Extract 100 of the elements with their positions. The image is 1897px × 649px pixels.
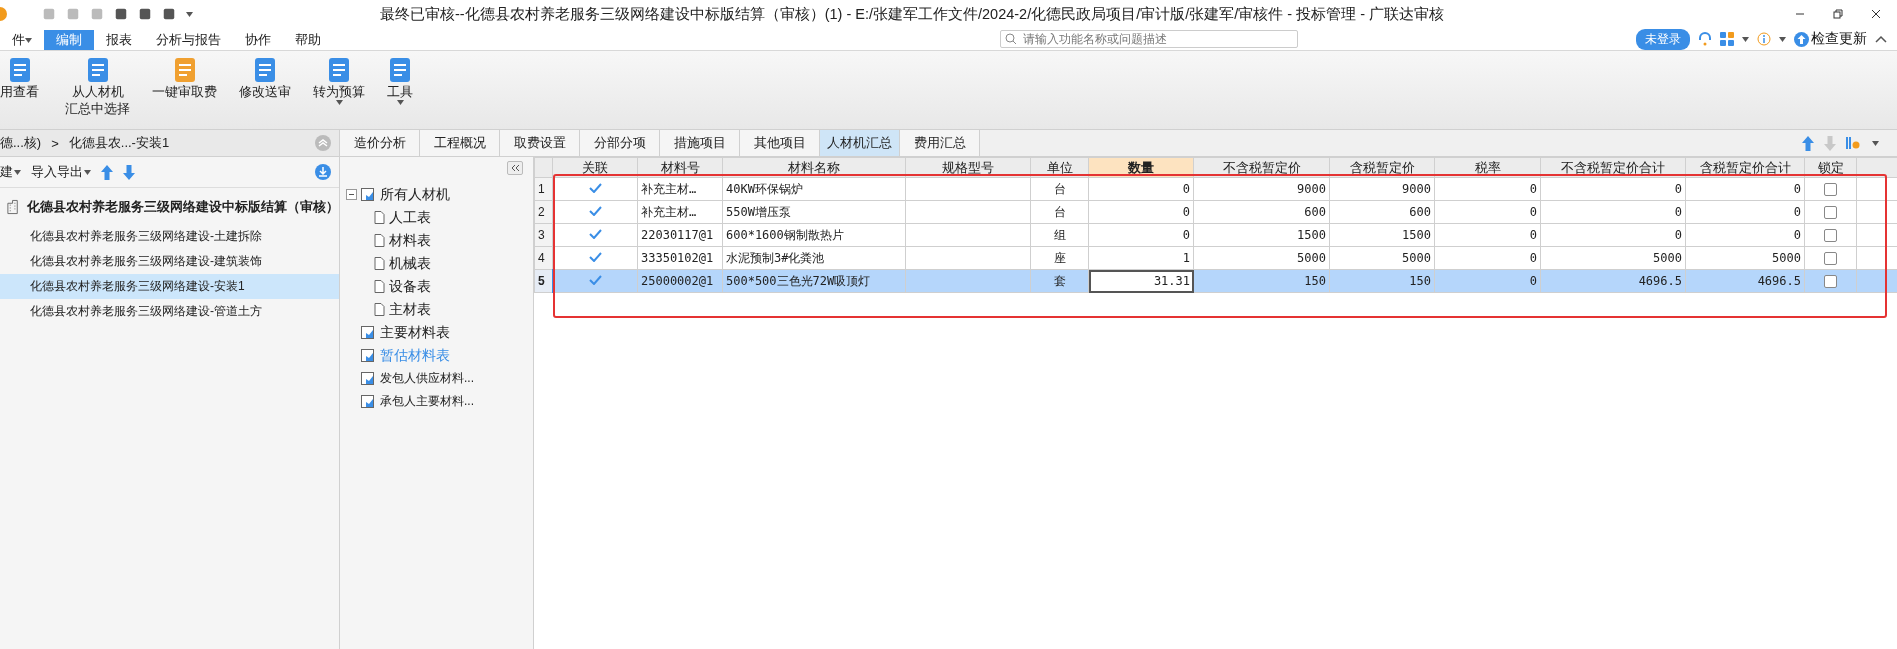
download-icon[interactable] [315, 164, 331, 180]
tree-item[interactable]: 所有人材机 [346, 183, 533, 206]
project-item[interactable]: 化德县农村养老服务三级网络建设-管道土方 [0, 299, 339, 324]
tree-item[interactable]: 人工表 [346, 206, 533, 229]
row-number: 3 [534, 223, 553, 247]
project-root[interactable]: 化德县农村养老服务三级网络建设中标版结算（审核） [0, 188, 339, 224]
ribbon-button[interactable]: 工具 [383, 57, 417, 105]
tree-item[interactable]: 材料表 [346, 229, 533, 252]
project-item[interactable]: 化德县农村养老服务三级网络建设-建筑装饰 [0, 249, 339, 274]
collapse-up-icon[interactable] [315, 135, 331, 151]
chevron-up-icon[interactable] [1875, 35, 1887, 43]
breadcrumb-item[interactable]: > [51, 135, 59, 151]
tab[interactable]: 造价分析 [340, 130, 420, 156]
toolbar-icon [388, 57, 412, 83]
tree-item[interactable]: 机械表 [346, 252, 533, 275]
settings-icon[interactable] [1846, 136, 1862, 150]
row-number: 2 [534, 200, 553, 224]
table-cell: 5000 [1685, 246, 1805, 270]
toolbar-icon [7, 57, 32, 83]
project-item[interactable]: 化德县农村养老服务三级网络建设-安装1 [0, 274, 339, 299]
menu-tab[interactable]: 分析与报告 [144, 30, 233, 50]
ribbon-button[interactable]: 一键审取费 [148, 57, 221, 100]
table-cell: 0 [1540, 177, 1686, 201]
table-cell: 水泥预制3#化粪池 [722, 246, 906, 270]
caret-icon [84, 169, 91, 175]
table-cell: 0 [1540, 223, 1686, 247]
tab[interactable]: 人材机汇总 [820, 130, 900, 156]
table-cell: 9000 [1193, 177, 1330, 201]
toolbar-icon [85, 57, 110, 83]
document-icon [374, 257, 385, 270]
caret-icon [186, 11, 193, 17]
table-cell: 0 [1685, 223, 1805, 247]
caret-icon [1779, 36, 1786, 42]
document-icon [374, 211, 385, 224]
table-cell: 4696.5 [1685, 269, 1805, 293]
checkbox[interactable] [1824, 275, 1837, 288]
tab[interactable]: 其他项目 [740, 130, 820, 156]
table-icon [361, 394, 376, 409]
tree-item[interactable]: 主要材料表 [346, 321, 533, 344]
collapse-icon[interactable] [346, 189, 357, 200]
menu-tab[interactable]: 帮助 [283, 30, 333, 50]
tab[interactable]: 费用汇总 [900, 130, 980, 156]
breadcrumb-item[interactable]: 德...核) [0, 134, 42, 152]
table-cell: 0 [1685, 177, 1805, 201]
toolbar-menu-button[interactable]: 建 [0, 163, 21, 181]
ribbon-button[interactable]: 用查看 [0, 57, 39, 100]
tree-item[interactable]: 发包人供应材料... [346, 367, 533, 390]
tree-item[interactable]: 主材表 [346, 298, 533, 321]
check-icon [588, 252, 602, 262]
search-field[interactable]: 请输入功能名称或问题描述 [1000, 30, 1298, 48]
menu-tab[interactable]: 报表 [94, 30, 144, 50]
tree-item[interactable]: 承包人主要材料... [346, 390, 533, 413]
document-icon [374, 303, 385, 316]
collapse-panel-button[interactable] [507, 161, 523, 175]
checkbox[interactable] [1824, 252, 1837, 265]
checkbox[interactable] [1824, 229, 1837, 242]
up-arrow-icon[interactable] [1802, 135, 1814, 151]
info-icon[interactable] [1757, 32, 1771, 46]
restore-icon[interactable] [1833, 9, 1843, 19]
row-number: 1 [534, 177, 553, 201]
table-cell: 0 [1685, 200, 1805, 224]
check-icon [588, 229, 602, 239]
row-number: 5 [534, 269, 553, 293]
menu-tab[interactable]: 协作 [233, 30, 283, 50]
table-icon [361, 371, 376, 386]
checkbox[interactable] [1824, 206, 1837, 219]
row-number: 4 [534, 246, 553, 270]
window-title: 最终已审核--化德县农村养老服务三级网络建设中标版结算（审核）(1) - E:/张建军工作文件/2024-2/化德民政局项目/审计版/张建军/审核件 - 投标管理 - 广联达审核 [380, 4, 1446, 24]
project-item[interactable]: 化德县农村养老服务三级网络建设-土建拆除 [0, 224, 339, 249]
caret-icon [1872, 140, 1879, 146]
headset-icon[interactable] [1698, 32, 1712, 46]
caret-icon [1742, 36, 1749, 42]
ribbon-button[interactable]: 转为预算 [309, 57, 369, 105]
checkbox[interactable] [1824, 183, 1837, 196]
app-logo-icon [0, 6, 8, 22]
breadcrumb-item[interactable]: 化德县农...-安装1 [68, 134, 170, 152]
table-icon [361, 348, 376, 363]
close-icon[interactable] [1871, 9, 1881, 19]
ribbon-button[interactable]: 从人材机 汇总中选择 [61, 57, 134, 117]
apps-icon[interactable] [1720, 32, 1734, 46]
table-cell: 150 [1193, 269, 1330, 293]
tab[interactable]: 分部分项 [580, 130, 660, 156]
caret-icon [14, 169, 21, 175]
tree-item[interactable]: 设备表 [346, 275, 533, 298]
table-cell: 5000 [1540, 246, 1686, 270]
ribbon-button[interactable]: 修改送审 [235, 57, 295, 100]
down-arrow-icon[interactable] [123, 164, 135, 180]
document-icon [374, 234, 385, 247]
tab[interactable]: 取费设置 [500, 130, 580, 156]
tab[interactable]: 措施项目 [660, 130, 740, 156]
menu-tab[interactable]: 件 [0, 30, 44, 50]
check-update-button[interactable]: 检查更新 [1794, 30, 1867, 48]
toolbar-menu-button[interactable]: 导入导出 [31, 163, 91, 181]
toolbar-icon [327, 57, 351, 83]
check-icon [588, 183, 602, 193]
double-chevron-left-icon [510, 164, 520, 172]
table-cell: 0 [1540, 200, 1686, 224]
tab[interactable]: 工程概况 [420, 130, 500, 156]
up-arrow-icon[interactable] [101, 164, 113, 180]
toolbar-icon [253, 57, 277, 83]
